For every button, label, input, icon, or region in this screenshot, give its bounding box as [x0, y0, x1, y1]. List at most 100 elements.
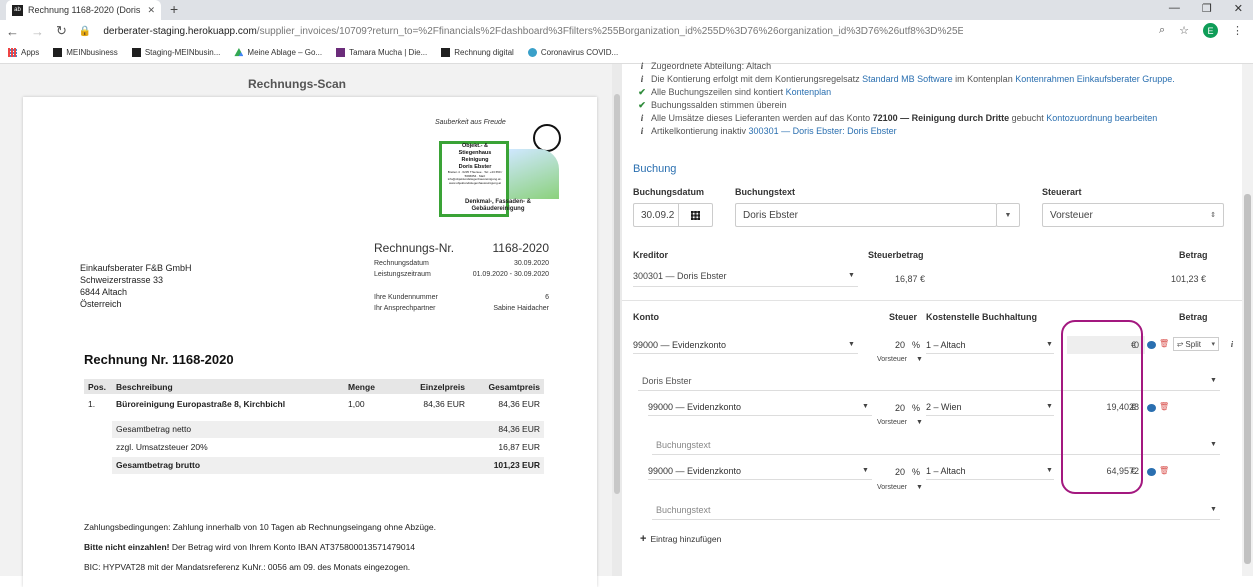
line3-account-underline	[648, 479, 872, 480]
scrollbar-thumb[interactable]	[1244, 194, 1251, 564]
booking-text-dropdown[interactable]: ▼	[996, 203, 1020, 227]
line2-tax-type[interactable]: Vorsteuer	[877, 419, 907, 426]
menu-dots-icon[interactable]: ⋮	[1232, 24, 1243, 37]
line3-tax-type-dropdown-icon[interactable]: ▼	[916, 484, 923, 491]
booking-panel: i Zugeordnete Abteilung: Altach i Die Kont…	[622, 61, 1242, 576]
edit-account-mapping-link[interactable]: Kontozuordnung bearbeiten	[1046, 113, 1157, 123]
rule-set-link[interactable]: Standard MB Software	[862, 74, 953, 84]
group-text-dropdown-icon[interactable]: ▼	[1210, 377, 1217, 384]
address-bar-actions: ⌕ ☆ E ⋮	[1159, 23, 1243, 38]
scrollbar-thumb[interactable]	[614, 94, 620, 494]
line1-account-dropdown-icon[interactable]: ▼	[848, 341, 855, 348]
bookmark-apps[interactable]: Apps	[8, 48, 39, 57]
line3-text-dropdown-icon[interactable]: ▼	[1210, 506, 1217, 513]
comment-icon[interactable]	[1147, 468, 1156, 476]
booking-scrollbar[interactable]	[1242, 64, 1253, 576]
recipient-address: Einkaufsberater F&B GmbH Schweizerstrass…	[80, 262, 192, 310]
close-window-icon[interactable]: ✕	[1234, 2, 1243, 15]
line3-account-dropdown-icon[interactable]: ▼	[862, 467, 869, 474]
comment-icon[interactable]	[1147, 404, 1156, 412]
line2-account-dropdown-icon[interactable]: ▼	[862, 403, 869, 410]
column-header: Beschreibung	[112, 379, 344, 394]
group-booking-text[interactable]: Doris Ebster	[642, 376, 692, 386]
reload-icon[interactable]: ↻	[56, 23, 67, 39]
scan-scrollbar[interactable]	[612, 64, 622, 576]
line3-cost-center[interactable]: 1 – Altach	[926, 466, 966, 476]
address-line: 6844 Altach	[80, 287, 128, 297]
line1-tax-type[interactable]: Vorsteuer	[877, 356, 907, 363]
line2-booking-text[interactable]: Buchungstext	[656, 440, 711, 450]
info-icon[interactable]: i	[1228, 340, 1236, 349]
bookmark-rechnung[interactable]: Rechnung digital	[441, 48, 514, 57]
browser-tab[interactable]: ab Rechnung 1168-2020 (Doris Ebster ✕	[6, 0, 161, 20]
address-line: Schweizerstrasse 33	[80, 275, 164, 285]
line1-tax-percent[interactable]: 20	[895, 340, 905, 350]
invoice-no: 1168-2020	[492, 241, 550, 255]
info-icon: i	[640, 61, 644, 71]
bookmark-star-icon[interactable]: ☆	[1179, 24, 1189, 37]
bookmark-label: Staging-MEINbusin...	[144, 48, 221, 57]
kreditor-dropdown-icon[interactable]: ▼	[848, 272, 855, 279]
cell-unit: 84,36 EUR	[423, 399, 465, 409]
delete-icon[interactable]: 🗑	[1159, 339, 1169, 348]
cell-total: 84,36 EUR	[498, 399, 540, 409]
chart-of-accounts-link[interactable]: Kontenrahmen Einkaufsberater Gruppe.	[1015, 74, 1175, 84]
check-line: ✔ Alle Buchungszeilen sind kontiert Konte…	[638, 86, 1175, 99]
booking-text-input[interactable]: Doris Ebster	[735, 203, 997, 227]
kreditor-value[interactable]: 300301 — Doris Ebster	[633, 271, 727, 281]
delete-icon[interactable]: 🗑	[1159, 402, 1169, 411]
zoom-icon[interactable]: ⌕	[1159, 24, 1165, 37]
check-text: Zugeordnete Abteilung: Altach	[651, 61, 772, 71]
split-button[interactable]: ⥂ Split ▾	[1173, 337, 1219, 351]
line2-cost-center[interactable]: 2 – Wien	[926, 402, 962, 412]
info-icon: i	[640, 113, 644, 123]
comment-icon[interactable]	[1147, 341, 1156, 349]
line2-tax-percent[interactable]: 20	[895, 403, 905, 413]
url-field[interactable]: derberater-staging.herokuapp.com/supplie…	[103, 26, 963, 37]
back-icon[interactable]: ←	[6, 24, 19, 39]
profile-avatar[interactable]: E	[1203, 23, 1218, 38]
split-label: Split	[1185, 339, 1201, 349]
line3-text-underline	[652, 519, 1220, 520]
calendar-button[interactable]	[678, 203, 713, 227]
line1-tax-type-dropdown-icon[interactable]: ▼	[916, 356, 923, 363]
line1-cost-center[interactable]: 1 – Altach	[926, 340, 966, 350]
article-account-link[interactable]: 300301 — Doris Ebster: Doris Ebster	[749, 126, 897, 136]
terms-rest: Der Betrag wird von Ihrem Konto IBAN AT3…	[169, 542, 416, 552]
restore-icon[interactable]: ❐	[1202, 2, 1212, 15]
bookmark-label: Tamara Mucha | Die...	[349, 48, 428, 57]
line2-cost-center-dropdown-icon[interactable]: ▼	[1046, 403, 1053, 410]
add-entry-button[interactable]: + Eintrag hinzufügen	[640, 533, 721, 545]
close-tab-icon[interactable]: ✕	[147, 5, 155, 16]
booking-section-title: Buchung	[633, 163, 677, 175]
line1-cost-center-dropdown-icon[interactable]: ▼	[1046, 341, 1053, 348]
kontenplan-link[interactable]: Kontenplan	[786, 87, 832, 97]
line3-booking-text[interactable]: Buchungstext	[656, 505, 711, 515]
line3-account[interactable]: 99000 — Evidenzkonto	[648, 466, 741, 476]
line2-tax-type-dropdown-icon[interactable]: ▼	[916, 419, 923, 426]
divider	[622, 300, 1242, 301]
info-icon: i	[640, 74, 644, 84]
bookmark-drive[interactable]: Meine Ablage – Go...	[234, 48, 322, 57]
delete-icon[interactable]: 🗑	[1159, 466, 1169, 475]
tax-type-select[interactable]: Vorsteuer ⇕	[1042, 203, 1224, 227]
sum-row: Gesamtbetrag brutto 101,23 EUR	[84, 455, 544, 474]
line2-account[interactable]: 99000 — Evidenzkonto	[648, 402, 741, 412]
bookmark-meinbusiness[interactable]: MEINbusiness	[53, 48, 118, 57]
line3-tax-percent[interactable]: 20	[895, 467, 905, 477]
forward-icon[interactable]: →	[31, 24, 44, 39]
new-tab-icon[interactable]: +	[170, 1, 178, 17]
line3-cost-center-dropdown-icon[interactable]: ▼	[1046, 467, 1053, 474]
bookmark-tamara[interactable]: Tamara Mucha | Die...	[336, 48, 427, 57]
booking-date-input[interactable]: 30.09.2	[633, 203, 679, 227]
line2-text-dropdown-icon[interactable]: ▼	[1210, 441, 1217, 448]
invoice-items-table: Pos. Beschreibung Menge Einzelpreis Gesa…	[84, 379, 544, 474]
minimize-icon[interactable]: —	[1169, 2, 1180, 15]
bookmark-covid[interactable]: Coronavirus COVID...	[527, 48, 618, 57]
bookmark-staging[interactable]: Staging-MEINbusin...	[131, 48, 221, 57]
lock-icon: 🔒	[78, 25, 92, 37]
line1-account[interactable]: 99000 — Evidenzkonto	[633, 340, 726, 350]
line3-tax-type[interactable]: Vorsteuer	[877, 484, 907, 491]
kreditor-label: Kreditor	[633, 250, 669, 260]
logo-bottom-text: Denkmal-, Fassaden- & Gebäudereinigung	[439, 199, 557, 213]
